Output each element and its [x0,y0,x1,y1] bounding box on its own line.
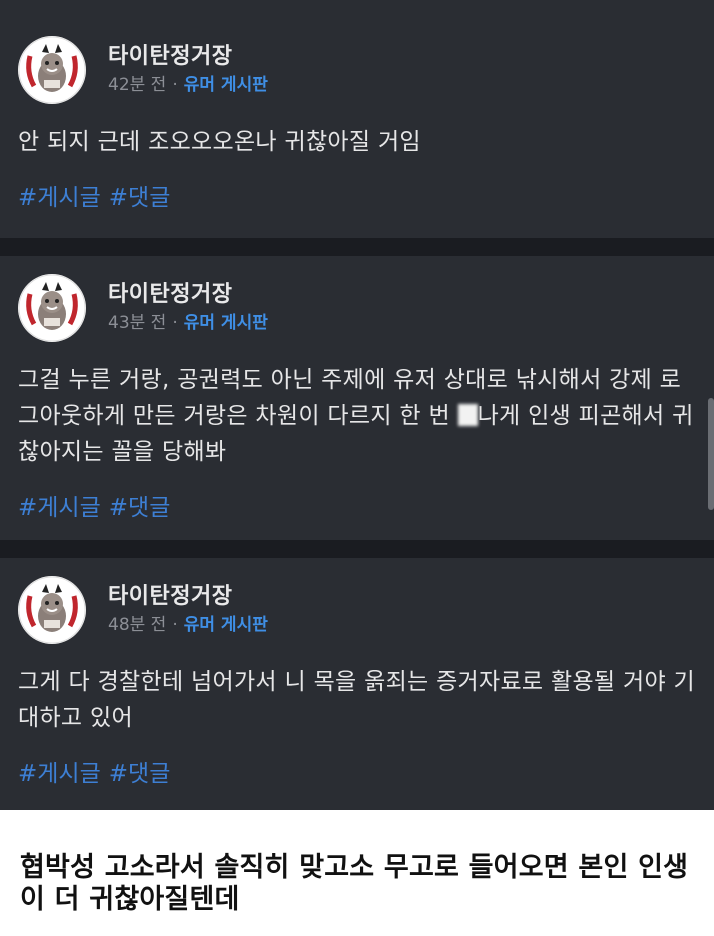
tag-post[interactable]: #게시글 [18,495,101,521]
raccoon-avatar-icon[interactable] [18,274,86,342]
caption-text: 협박성 고소라서 솔직히 맞고소 무고로 들어오면 본인 인생이 더 귀찮아질텐… [20,852,689,915]
board-link[interactable]: 유머 게시판 [184,75,268,95]
comment-meta: 48분 전 · 유머 게시판 [108,610,268,635]
author-name[interactable]: 타이탄정거장 [108,578,232,610]
tag-comment[interactable]: #댓글 [109,495,171,521]
comment-text: 그게 다 경찰한테 넘어가서 니 목을 옭죄는 증거자료로 활용될 거야 기대하… [18,669,695,731]
tag-comment[interactable]: #댓글 [109,761,171,787]
comment-card: 타이탄정거장 42분 전 · 유머 게시판 안 되지 근데 조오오오온나 귀찮아질 … [0,18,714,238]
comment-meta: 42분 전 · 유머 게시판 [108,70,268,95]
comment-card: 타이탄정거장 43분 전 · 유머 게시판 그걸 누른 거랑, 공권력도 아닌 주제… [0,256,714,540]
tag-list: #게시글 #댓글 [18,754,696,788]
separator-dot: · [172,615,178,635]
board-link[interactable]: 유머 게시판 [184,615,268,635]
comment-meta: 43분 전 · 유머 게시판 [108,308,268,333]
separator-dot: · [172,313,178,333]
comment-feed: 타이탄정거장 42분 전 · 유머 게시판 안 되지 근데 조오오오온나 귀찮아질 … [0,0,714,810]
tag-post[interactable]: #게시글 [18,761,101,787]
comment-header: 타이탄정거장 48분 전 · 유머 게시판 [0,576,714,644]
author-name[interactable]: 타이탄정거장 [108,276,232,308]
tag-comment[interactable]: #댓글 [109,185,171,211]
censored-blur [457,404,478,426]
comment-time: 42분 전 [108,75,167,95]
tag-list: #게시글 #댓글 [18,488,696,522]
raccoon-avatar-icon[interactable] [18,36,86,104]
comment-time: 43분 전 [108,313,167,333]
tag-list: #게시글 #댓글 [18,178,696,212]
separator-dot: · [172,75,178,95]
comment-card: 타이탄정거장 48분 전 · 유머 게시판 그게 다 경찰한테 넘어가서 니 목을 … [0,558,714,810]
comment-time: 48분 전 [108,615,167,635]
comment-header: 타이탄정거장 42분 전 · 유머 게시판 [0,36,714,104]
board-link[interactable]: 유머 게시판 [184,313,268,333]
raccoon-avatar-icon[interactable] [18,576,86,644]
scrollbar[interactable] [708,398,714,510]
previous-card-edge [0,0,714,18]
comment-text: 안 되지 근데 조오오오온나 귀찮아질 거임 [18,129,421,155]
comment-text: 그걸 누른 거랑, 공권력도 아닌 주제에 유저 상대로 낚시해서 강제 로그아… [18,362,696,470]
author-name[interactable]: 타이탄정거장 [108,38,232,70]
tag-post[interactable]: #게시글 [18,185,101,211]
comment-header: 타이탄정거장 43분 전 · 유머 게시판 [0,274,714,342]
